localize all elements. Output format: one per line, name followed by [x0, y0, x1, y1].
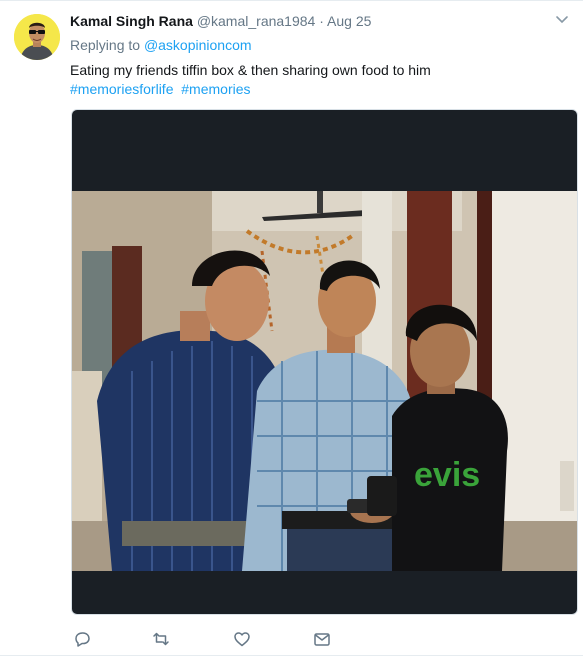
- tweet-text: Eating my friends tiffin box & then shar…: [70, 61, 431, 99]
- hashtag-link[interactable]: #memoriesforlife: [70, 81, 173, 97]
- hashtag-list: #memoriesforlife #memories: [70, 80, 431, 99]
- shirt-text: evis: [414, 456, 480, 494]
- reply-icon[interactable]: [72, 629, 92, 649]
- tweet-media[interactable]: evis: [71, 109, 578, 615]
- tweet-body: Eating my friends tiffin box & then shar…: [70, 62, 431, 78]
- heart-icon[interactable]: [232, 629, 252, 649]
- tweet-actions: [72, 629, 372, 649]
- photo: evis: [72, 191, 577, 571]
- hashtag-link[interactable]: #memories: [181, 81, 250, 97]
- replying-mention-link[interactable]: @askopinioncom: [144, 37, 252, 53]
- envelope-icon[interactable]: [312, 629, 332, 649]
- tweet-header: Kamal Singh Rana @kamal_rana1984 · Aug 2…: [70, 12, 371, 30]
- retweet-icon[interactable]: [151, 629, 171, 649]
- replying-to: Replying to @askopinioncom: [70, 37, 252, 53]
- author-name[interactable]: Kamal Singh Rana: [70, 13, 193, 29]
- header-separator: ·: [319, 13, 324, 29]
- author-handle[interactable]: @kamal_rana1984: [197, 13, 316, 29]
- chevron-down-icon[interactable]: [555, 13, 569, 27]
- replying-label: Replying to: [70, 37, 141, 53]
- avatar[interactable]: [14, 14, 60, 60]
- avatar-image: [14, 14, 60, 60]
- tweet-timestamp[interactable]: Aug 25: [327, 13, 371, 29]
- tweet-card[interactable]: Kamal Singh Rana @kamal_rana1984 · Aug 2…: [0, 0, 583, 656]
